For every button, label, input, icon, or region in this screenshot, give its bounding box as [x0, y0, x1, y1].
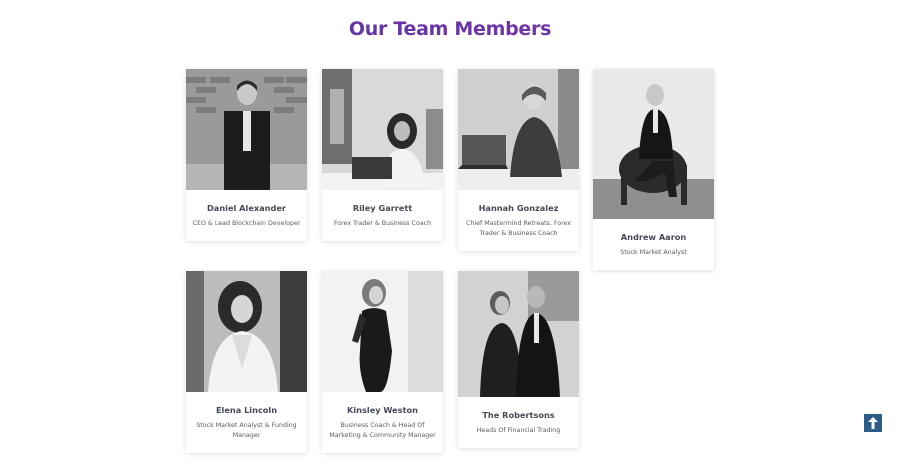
team-member-name: The Robertsons	[482, 410, 555, 420]
team-member-photo	[458, 271, 579, 397]
team-member-name: Hannah Gonzalez	[478, 203, 559, 213]
team-member-name: Kinsley Weston	[347, 405, 418, 415]
team-member-name: Daniel Alexander	[207, 203, 286, 213]
team-member-photo	[322, 271, 443, 392]
team-member-role: Business Coach & Head Of Marketing & Com…	[329, 422, 436, 439]
team-card-elena-lincoln: Elena Lincoln Stock Market Analyst & Fun…	[186, 271, 307, 453]
team-member-role: Heads Of Financial Trading	[476, 427, 561, 434]
team-member-role: CEO & Lead Blockchain Developer	[192, 220, 301, 227]
team-member-photo	[186, 69, 307, 190]
team-member-photo	[458, 69, 579, 190]
team-member-name: Andrew Aaron	[620, 232, 687, 242]
team-card-kinsley-weston: Kinsley Weston Business Coach & Head Of …	[322, 271, 443, 453]
team-member-role: Stock Market Analyst & Funding Manager	[196, 422, 297, 439]
scroll-to-top-button[interactable]	[864, 414, 882, 432]
team-member-photo	[322, 69, 443, 190]
team-card-daniel-alexander: Daniel Alexander CEO & Lead Blockchain D…	[186, 69, 307, 241]
team-member-role: Forex Trader & Business Coach	[333, 220, 432, 227]
team-member-photo	[593, 69, 714, 219]
team-card-riley-garrett: Riley Garrett Forex Trader & Business Co…	[322, 69, 443, 241]
team-card-hannah-gonzalez: Hannah Gonzalez Chief Mastermind Retreat…	[458, 69, 579, 251]
arrow-up-icon	[868, 417, 878, 429]
team-member-name: Elena Lincoln	[215, 405, 278, 415]
team-member-role: Chief Mastermind Retreats, Forex Trader …	[465, 220, 572, 237]
team-member-role: Stock Market Analyst	[620, 249, 687, 256]
team-card-the-robertsons: The Robertsons Heads Of Financial Tradin…	[458, 271, 579, 448]
team-member-photo	[186, 271, 307, 392]
team-member-name: Riley Garrett	[352, 203, 413, 213]
page-title: Our Team Members	[0, 18, 900, 40]
team-card-andrew-aaron: Andrew Aaron Stock Market Analyst	[593, 69, 714, 270]
